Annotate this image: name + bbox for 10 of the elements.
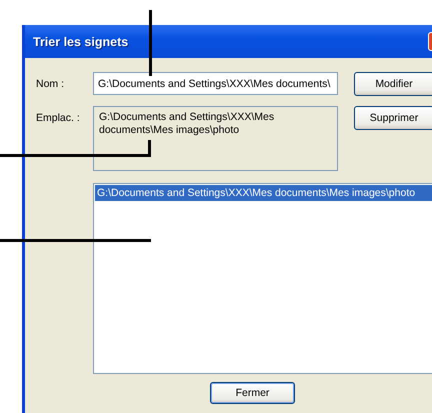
modify-button[interactable]: Modifier [354, 72, 432, 96]
name-label: Nom : [35, 77, 66, 90]
bookmark-item[interactable]: G:\Documents and Settings\XXX\Mes documents\Mes images\photo [95, 185, 432, 201]
location-label: Emplac. : [35, 111, 81, 124]
delete-button[interactable]: Supprimer [354, 106, 432, 130]
location-field: G:\Documents and Settings\XXX\Mes documents\Mes images\photo [93, 106, 338, 171]
close-dialog-button[interactable]: Fermer [210, 382, 295, 404]
name-field[interactable]: G:\Documents and Settings\XXX\Mes documents\ [93, 72, 338, 95]
leader-line [149, 10, 152, 76]
window-title: Trier les signets [33, 34, 128, 48]
